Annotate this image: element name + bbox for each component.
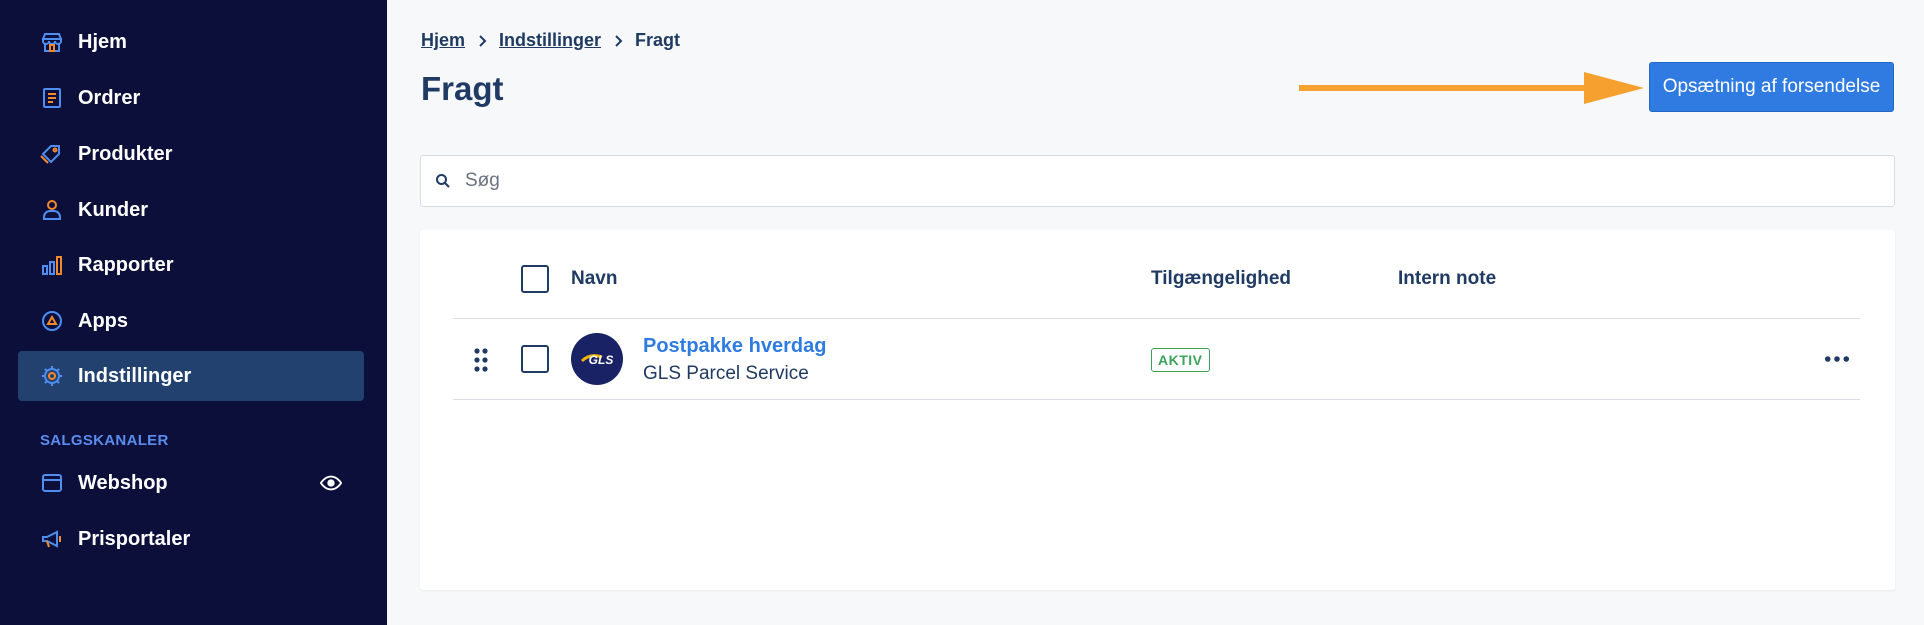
breadcrumb-link-hjem[interactable]: Hjem <box>421 30 465 51</box>
browser-icon <box>40 471 64 495</box>
sidebar-item-kunder[interactable]: Kunder <box>18 185 364 235</box>
sidebar-item-label: Hjem <box>78 30 127 53</box>
gls-logo-text: GLS <box>589 353 614 367</box>
orders-icon <box>40 86 64 110</box>
sidebar-section-title: SALGSKANALER <box>40 432 169 449</box>
drag-handle-icon[interactable] <box>473 347 489 373</box>
chevron-right-icon <box>479 34 487 47</box>
store-icon <box>40 30 64 54</box>
breadcrumb-link-indstillinger[interactable]: Indstillinger <box>499 30 601 51</box>
sidebar-item-produkter[interactable]: Produkter <box>18 129 364 179</box>
eye-icon[interactable] <box>320 472 342 494</box>
sidebar-item-label: Produkter <box>78 142 173 165</box>
search-box[interactable] <box>420 155 1895 207</box>
apps-icon <box>40 309 64 333</box>
bar-chart-icon <box>40 253 64 277</box>
page-title: Fragt <box>421 70 504 107</box>
row-checkbox[interactable] <box>521 345 549 373</box>
sidebar-item-apps[interactable]: Apps <box>18 296 364 346</box>
gls-logo: GLS <box>571 333 623 385</box>
table-row[interactable]: GLS Postpakke hverdag GLS Parcel Service… <box>453 319 1860 400</box>
table-header: Navn Tilgængelighed Intern note <box>453 230 1860 319</box>
more-options-icon[interactable] <box>1823 347 1851 371</box>
shipping-setup-button[interactable]: Opsætning af forsendelse <box>1649 62 1894 112</box>
sidebar-item-label: Apps <box>78 309 128 332</box>
sidebar-item-label: Indstillinger <box>78 364 192 387</box>
breadcrumb: Hjem Indstillinger Fragt <box>421 30 680 51</box>
person-icon <box>40 198 64 222</box>
search-icon <box>436 174 450 188</box>
sidebar-item-hjem[interactable]: Hjem <box>18 17 364 67</box>
shipping-method-name-link[interactable]: Postpakke hverdag <box>643 335 826 358</box>
column-header-intern-note[interactable]: Intern note <box>1398 268 1496 290</box>
sidebar-item-label: Ordrer <box>78 86 141 109</box>
sidebar-item-label: Kunder <box>78 198 148 221</box>
column-header-tilgaengelighed[interactable]: Tilgængelighed <box>1151 268 1291 290</box>
megaphone-icon <box>40 527 64 551</box>
status-badge: AKTIV <box>1151 348 1210 372</box>
shipping-table-card: Navn Tilgængelighed Intern note GLS Post… <box>420 230 1895 590</box>
select-all-checkbox[interactable] <box>521 265 549 293</box>
chevron-right-icon <box>615 34 623 47</box>
sidebar-item-label: Rapporter <box>78 253 174 276</box>
sidebar-item-label: Prisportaler <box>78 527 191 550</box>
carrier-name: GLS Parcel Service <box>643 363 809 384</box>
sidebar-item-ordrer[interactable]: Ordrer <box>18 73 364 123</box>
gear-icon <box>40 364 64 388</box>
sidebar: Hjem Ordrer Produkter Kunder Rapporter A… <box>0 0 387 625</box>
sidebar-item-webshop[interactable]: Webshop <box>18 458 364 508</box>
sidebar-item-prisportaler[interactable]: Prisportaler <box>18 514 364 564</box>
sidebar-item-rapporter[interactable]: Rapporter <box>18 240 364 290</box>
main-content: Hjem Indstillinger Fragt Fragt Opsætning… <box>387 0 1924 625</box>
arrow-right-icon <box>1299 72 1644 104</box>
tag-icon <box>40 142 64 166</box>
column-header-navn[interactable]: Navn <box>571 268 617 290</box>
sidebar-item-label: Webshop <box>78 471 168 494</box>
breadcrumb-current: Fragt <box>635 30 681 50</box>
sidebar-item-indstillinger[interactable]: Indstillinger <box>18 351 364 401</box>
search-input[interactable] <box>465 170 1865 192</box>
